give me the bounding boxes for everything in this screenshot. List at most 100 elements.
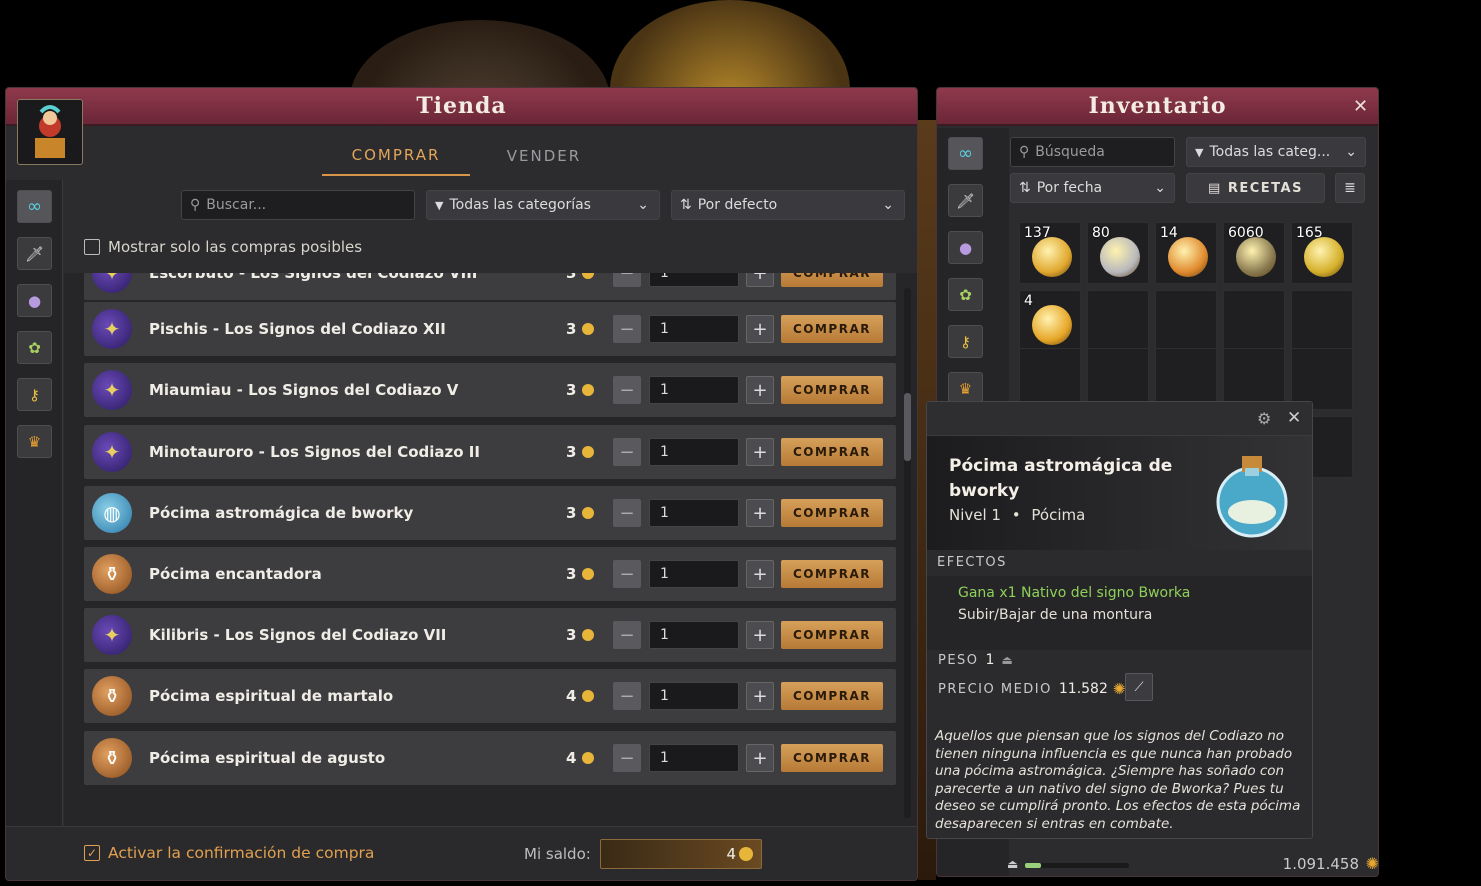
shop-item-row: ◍ Pócima astromágica de bworky 3 −1 + COMPRAR: [84, 486, 896, 540]
quantity-input[interactable]: 1: [649, 273, 739, 287]
item-name: Pócima encantadora: [149, 565, 322, 583]
only-affordable-checkbox[interactable]: [84, 239, 100, 255]
decrease-quantity-button[interactable]: −: [613, 438, 641, 466]
inventory-close-icon[interactable]: ✕: [1353, 96, 1368, 117]
currency-coin-icon: [582, 690, 594, 702]
inventory-slot-empty[interactable]: [1087, 290, 1149, 352]
inventory-slot[interactable]: 6060: [1223, 222, 1285, 284]
increase-quantity-button[interactable]: +: [746, 744, 774, 772]
gear-icon[interactable]: ⚙: [1257, 409, 1271, 428]
effect-mount: Subir/Bajar de una montura: [958, 607, 1153, 623]
buy-button[interactable]: COMPRAR: [781, 376, 883, 404]
quantity-input[interactable]: 1: [649, 499, 739, 527]
inventory-slot-empty[interactable]: [1223, 290, 1285, 352]
price-chart-button[interactable]: ⟋: [1125, 673, 1153, 701]
coin-item-icon: [1100, 237, 1140, 277]
buy-button[interactable]: COMPRAR: [781, 560, 883, 588]
decrease-quantity-button[interactable]: −: [613, 315, 641, 343]
decrease-quantity-button[interactable]: −: [613, 682, 641, 710]
shop-category-dropdown[interactable]: ▼ Todas las categorías ⌄: [426, 190, 660, 220]
balance-display: 4: [600, 839, 762, 869]
increase-quantity-button[interactable]: +: [746, 315, 774, 343]
inventory-category-dropdown[interactable]: ▼ Todas las categ... ⌄: [1186, 137, 1366, 167]
decrease-quantity-button[interactable]: −: [613, 499, 641, 527]
quantity-input[interactable]: 1: [649, 744, 739, 772]
inventory-slot[interactable]: 14: [1155, 222, 1217, 284]
coins-stack-icon[interactable]: ≣: [1335, 173, 1365, 203]
category-all-icon[interactable]: ∞: [17, 190, 52, 223]
inv-category-equipment-icon[interactable]: 🗡: [948, 184, 983, 217]
buy-button[interactable]: COMPRAR: [781, 438, 883, 466]
filter-icon: ▼: [1195, 145, 1204, 159]
inventory-slot-empty[interactable]: [1155, 290, 1217, 352]
inventory-slot[interactable]: 165: [1291, 222, 1353, 284]
bottle-icon: ⚱: [92, 676, 132, 716]
purchase-confirm-checkbox[interactable]: ✓: [84, 845, 100, 861]
increase-quantity-button[interactable]: +: [746, 560, 774, 588]
currency-coin-icon: [582, 384, 594, 396]
buy-button[interactable]: COMPRAR: [781, 744, 883, 772]
category-resources-icon[interactable]: ✿: [17, 331, 52, 364]
item-price: 3: [566, 273, 577, 282]
tooltip-close-icon[interactable]: ✕: [1287, 408, 1301, 428]
buy-button[interactable]: COMPRAR: [781, 682, 883, 710]
tab-buy[interactable]: COMPRAR: [322, 136, 470, 176]
slot-count: 137: [1024, 225, 1051, 241]
inventory-slot[interactable]: 137: [1019, 222, 1081, 284]
increase-quantity-button[interactable]: +: [746, 376, 774, 404]
decrease-quantity-button[interactable]: −: [613, 376, 641, 404]
shop-title: Tienda: [6, 88, 917, 126]
buy-button[interactable]: COMPRAR: [781, 315, 883, 343]
inventory-search-input[interactable]: ⚲ Búsqueda: [1010, 137, 1175, 167]
category-consumables-icon[interactable]: ●: [17, 284, 52, 317]
inventory-sort-dropdown[interactable]: ⇅ Por fecha ⌄: [1010, 173, 1175, 203]
increase-quantity-button[interactable]: +: [746, 499, 774, 527]
shop-item-row: ⚱ Pócima encantadora 3 −1 + COMPRAR: [84, 547, 896, 601]
buy-button[interactable]: COMPRAR: [781, 273, 883, 287]
quantity-input[interactable]: 1: [649, 560, 739, 588]
increase-quantity-button[interactable]: +: [746, 273, 774, 287]
kamas-total: 1.091.458: [1282, 855, 1359, 873]
quantity-input[interactable]: 1: [649, 438, 739, 466]
increase-quantity-button[interactable]: +: [746, 682, 774, 710]
buy-button[interactable]: COMPRAR: [781, 621, 883, 649]
increase-quantity-button[interactable]: +: [746, 438, 774, 466]
decrease-quantity-button[interactable]: −: [613, 744, 641, 772]
decrease-quantity-button[interactable]: −: [613, 273, 641, 287]
inventory-slot[interactable]: 80: [1087, 222, 1149, 284]
category-crown-icon[interactable]: ♛: [17, 425, 52, 458]
quantity-input[interactable]: 1: [649, 315, 739, 343]
shop-panel: Tienda COMPRAR VENDER ∞ 🗡 ● ✿ ⚷ ♛ ⚲ Busc…: [5, 87, 918, 881]
inv-category-all-icon[interactable]: ∞: [948, 137, 983, 170]
purchase-confirm-toggle[interactable]: ✓ Activar la confirmación de compra: [84, 844, 374, 862]
weight-bar: [1025, 863, 1129, 868]
quantity-input[interactable]: 1: [649, 376, 739, 404]
average-price-row: PRECIO MEDIO 11.582 ✺: [938, 680, 1126, 698]
currency-coin-icon: [582, 273, 594, 279]
currency-coin-icon: [582, 323, 594, 335]
buy-button[interactable]: COMPRAR: [781, 499, 883, 527]
inv-category-keys-icon[interactable]: ⚷: [948, 325, 983, 358]
inventory-slot-empty[interactable]: [1291, 290, 1353, 352]
recipes-button[interactable]: ▤ RECETAS: [1186, 173, 1325, 203]
quantity-input[interactable]: 1: [649, 621, 739, 649]
category-equipment-icon[interactable]: 🗡: [17, 237, 52, 270]
shop-scrollbar-track[interactable]: [904, 288, 911, 818]
decrease-quantity-button[interactable]: −: [613, 621, 641, 649]
increase-quantity-button[interactable]: +: [746, 621, 774, 649]
inv-category-consumables-icon[interactable]: ●: [948, 231, 983, 264]
shop-item-list: ✦ Escorbuto - Los Signos del Codiazo VIII…: [64, 273, 917, 828]
tab-sell[interactable]: VENDER: [470, 136, 618, 176]
only-affordable-toggle[interactable]: Mostrar solo las compras posibles: [84, 238, 362, 256]
shop-sort-dropdown[interactable]: ⇅ Por defecto ⌄: [671, 190, 905, 220]
category-keys-icon[interactable]: ⚷: [17, 378, 52, 411]
decrease-quantity-button[interactable]: −: [613, 560, 641, 588]
quantity-input[interactable]: 1: [649, 682, 739, 710]
currency-coin-icon: [582, 629, 594, 641]
inv-category-resources-icon[interactable]: ✿: [948, 278, 983, 311]
sort-icon: ⇅: [1019, 180, 1031, 196]
inventory-slot[interactable]: 4: [1019, 290, 1081, 352]
item-price: 3: [566, 320, 577, 338]
shop-scrollbar-thumb[interactable]: [904, 393, 911, 461]
shop-search-input[interactable]: ⚲ Buscar...: [181, 190, 415, 220]
